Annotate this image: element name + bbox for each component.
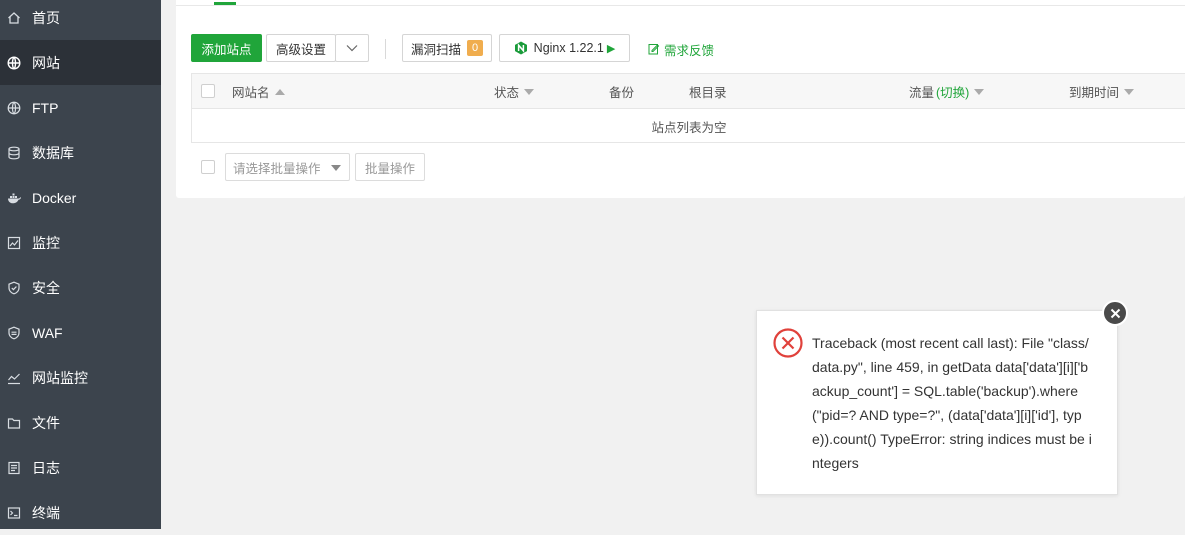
close-icon (1110, 308, 1120, 318)
sidebar-item-label: FTP (32, 99, 59, 116)
sidebar-item-security[interactable]: 安全 (0, 265, 161, 310)
monitor-icon (7, 236, 21, 250)
table-header: 网站名 状态 备份 根目录 流量 (切换) 到期时间 (192, 74, 1185, 109)
column-backup: 备份 (609, 74, 634, 109)
docker-icon (7, 191, 21, 205)
batch-operation-select[interactable]: 请选择批量操作 (225, 153, 350, 181)
database-icon (7, 146, 21, 160)
chevron-down-icon (346, 45, 358, 52)
play-icon: ▶ (606, 42, 616, 55)
batch-operation-button[interactable]: 批量操作 (355, 153, 425, 181)
sort-desc-icon (524, 88, 535, 95)
column-expire[interactable]: 到期时间 (1069, 74, 1135, 109)
batch-select-placeholder: 请选择批量操作 (233, 161, 321, 176)
feedback-label: 需求反馈 (664, 43, 715, 58)
site-monitor-icon (7, 371, 21, 385)
nginx-service-button[interactable]: Nginx 1.22.1 ▶ (499, 34, 630, 62)
globe-icon (7, 55, 21, 70)
sidebar-item-monitor[interactable]: 监控 (0, 220, 161, 265)
waf-shield-icon (7, 326, 21, 340)
advanced-settings-button[interactable]: 高级设置 (266, 34, 336, 62)
traffic-switch-link[interactable]: (切换) (936, 82, 969, 101)
sidebar-item-website[interactable]: 网站 (0, 40, 161, 85)
sidebar-item-docker[interactable]: Docker (0, 175, 161, 220)
column-site-name-label: 网站名 (232, 86, 270, 100)
error-message: Traceback (most recent call last): File … (812, 335, 1092, 471)
sidebar-item-label: 监控 (32, 234, 60, 251)
nginx-icon (514, 41, 527, 55)
advanced-settings-dropdown[interactable] (335, 34, 369, 62)
sidebar-item-terminal[interactable]: 终端 (0, 490, 161, 535)
sidebar-item-label: 终端 (32, 504, 60, 521)
nginx-version-label: Nginx 1.22.1 (533, 41, 604, 55)
sidebar-item-logs[interactable]: 日志 (0, 445, 161, 490)
sidebar-item-label: 网站 (32, 54, 60, 71)
sidebar-item-label: 安全 (32, 279, 60, 296)
folder-icon (7, 416, 21, 430)
site-list-panel: 添加站点 高级设置 漏洞扫描 0 Nginx 1.22.1 ▶ 需求反馈 网站名… (176, 0, 1185, 198)
ftp-globe-icon (7, 101, 21, 115)
column-status-label: 状态 (494, 86, 520, 100)
shield-icon (7, 281, 21, 295)
vuln-count-badge: 0 (467, 40, 483, 56)
edit-icon (648, 44, 660, 55)
sidebar-item-site-monitor[interactable]: 网站监控 (0, 355, 161, 400)
sidebar-item-label: 文件 (32, 414, 60, 431)
terminal-icon (7, 506, 21, 520)
home-icon (7, 11, 21, 25)
error-icon (773, 328, 803, 358)
sort-asc-icon (274, 88, 285, 95)
vuln-scan-button[interactable]: 漏洞扫描 0 (402, 34, 492, 62)
batch-select-checkbox[interactable] (201, 160, 215, 174)
caret-down-icon (331, 165, 341, 171)
column-root-dir-label: 根目录 (689, 86, 727, 100)
sort-desc-icon (974, 88, 985, 95)
sidebar-item-label: Docker (32, 189, 77, 206)
sidebar-item-label: 日志 (32, 459, 60, 476)
column-expire-label: 到期时间 (1069, 86, 1120, 100)
empty-table-message: 站点列表为空 (651, 120, 727, 135)
sidebar-item-ftp[interactable]: FTP (0, 85, 161, 130)
sidebar-item-label: 首页 (32, 9, 60, 26)
sidebar-item-database[interactable]: 数据库 (0, 130, 161, 175)
column-backup-label: 备份 (609, 86, 635, 100)
sidebar-item-files[interactable]: 文件 (0, 400, 161, 445)
site-table: 网站名 状态 备份 根目录 流量 (切换) 到期时间 站点列表为空 (191, 73, 1185, 143)
column-traffic[interactable]: 流量 (切换) (909, 74, 985, 109)
sidebar-item-label: 网站监控 (32, 369, 88, 386)
sidebar-item-waf[interactable]: WAF (0, 310, 161, 355)
tab-bar (176, 0, 1185, 6)
sidebar-item-label: 数据库 (32, 144, 74, 161)
toolbar-divider (385, 39, 386, 59)
sidebar: 首页 网站 FTP 数据库 Docker 监控 安全 WAF 网站监控 文件 日… (0, 0, 161, 529)
vuln-scan-label: 漏洞扫描 (410, 42, 461, 57)
sidebar-item-label: WAF (32, 324, 63, 341)
column-site-name[interactable]: 网站名 (232, 74, 285, 109)
column-root-dir: 根目录 (689, 74, 727, 109)
log-icon (7, 461, 21, 475)
sidebar-item-home[interactable]: 首页 (0, 0, 161, 40)
column-traffic-label: 流量 (909, 86, 935, 100)
active-tab-indicator (214, 2, 236, 5)
select-all-checkbox[interactable] (201, 84, 215, 98)
feedback-link[interactable]: 需求反馈 (648, 39, 714, 59)
column-status[interactable]: 状态 (494, 74, 535, 109)
error-dialog: Traceback (most recent call last): File … (756, 310, 1118, 495)
sort-desc-icon (1124, 88, 1135, 95)
close-dialog-button[interactable] (1102, 300, 1128, 326)
add-site-button[interactable]: 添加站点 (191, 34, 262, 62)
